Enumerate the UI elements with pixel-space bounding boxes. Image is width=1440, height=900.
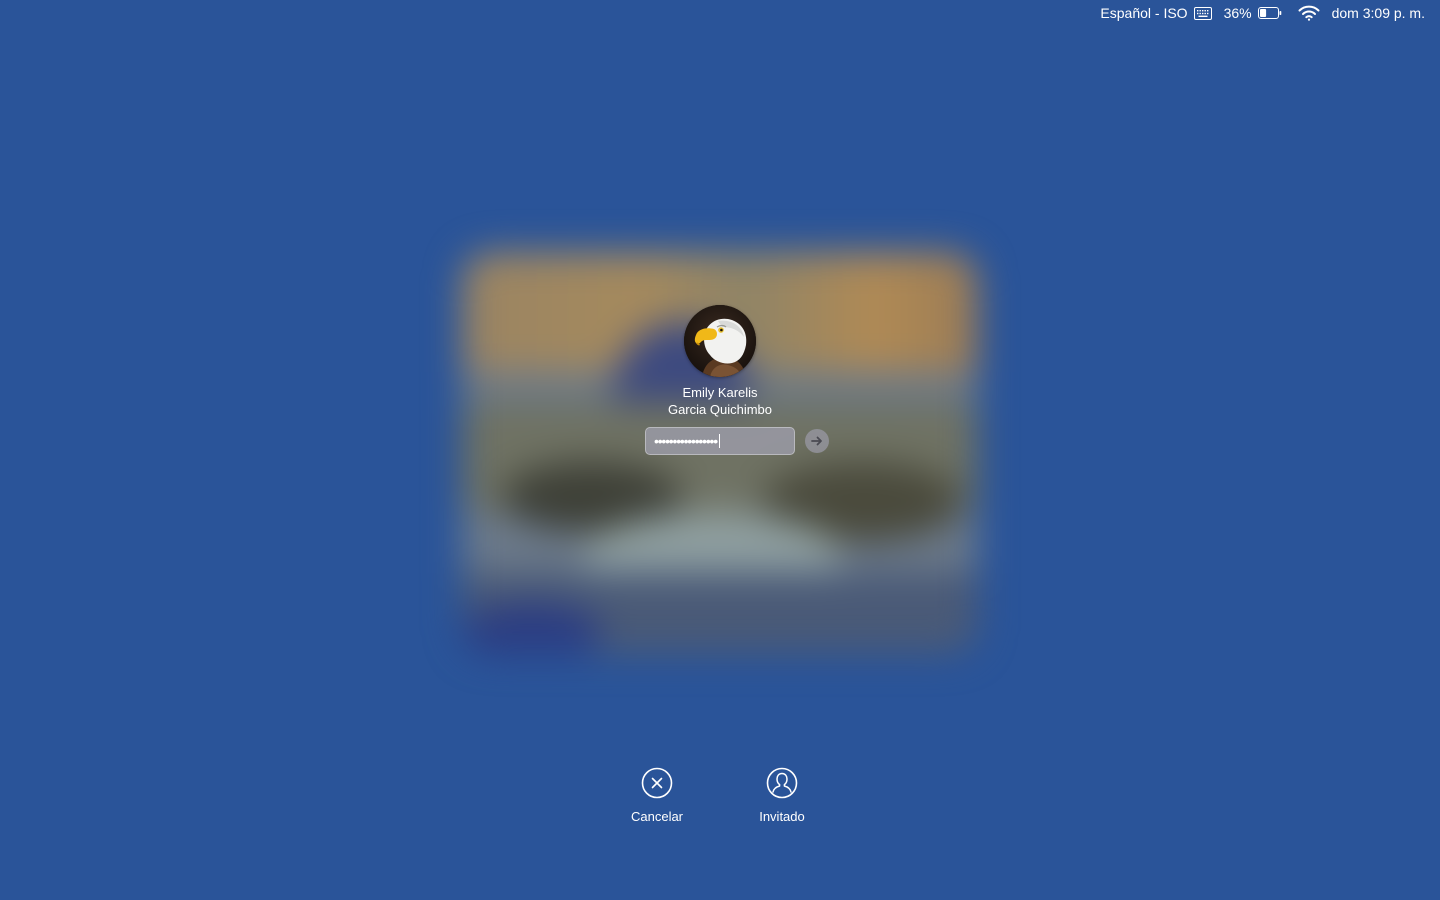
wifi-icon xyxy=(1298,5,1320,21)
user-circle-icon xyxy=(766,767,798,799)
password-masked-value: ••••••••••••••••• xyxy=(654,433,718,449)
eagle-avatar-icon xyxy=(684,305,756,377)
battery-level-fill xyxy=(1259,9,1266,17)
text-caret xyxy=(718,434,720,448)
arrow-right-icon xyxy=(811,436,822,446)
clock[interactable]: dom 3:09 p. m. xyxy=(1326,0,1431,26)
user-name-line2: Garcia Quichimbo xyxy=(667,402,773,417)
user-name: Emily Karelis Garcia Quichimbo xyxy=(600,384,840,418)
keyboard-layout-label: Español - ISO xyxy=(1100,5,1188,21)
clock-label: dom 3:09 p. m. xyxy=(1331,5,1425,21)
keyboard-icon xyxy=(1193,6,1212,20)
battery-menu[interactable]: 36% xyxy=(1218,0,1288,26)
input-source-menu[interactable]: Español - ISO xyxy=(1094,0,1217,26)
cancel-button[interactable]: Cancelar xyxy=(597,767,717,824)
user-name-line1: Emily Karelis xyxy=(682,385,758,400)
wifi-menu[interactable] xyxy=(1288,0,1326,26)
menu-bar: Español - ISO 36% dom 3:09 p. m. xyxy=(1094,0,1440,26)
guest-user-button[interactable]: Invitado xyxy=(722,767,842,824)
battery-percent: 36% xyxy=(1223,5,1252,21)
password-input[interactable]: ••••••••••••••••• xyxy=(645,427,795,455)
cancel-label: Cancelar xyxy=(630,809,684,824)
guest-label: Invitado xyxy=(759,809,805,824)
battery-icon xyxy=(1257,7,1282,19)
login-submit-button[interactable] xyxy=(805,429,829,453)
close-circle-icon xyxy=(641,767,673,799)
user-avatar[interactable] xyxy=(684,305,756,377)
